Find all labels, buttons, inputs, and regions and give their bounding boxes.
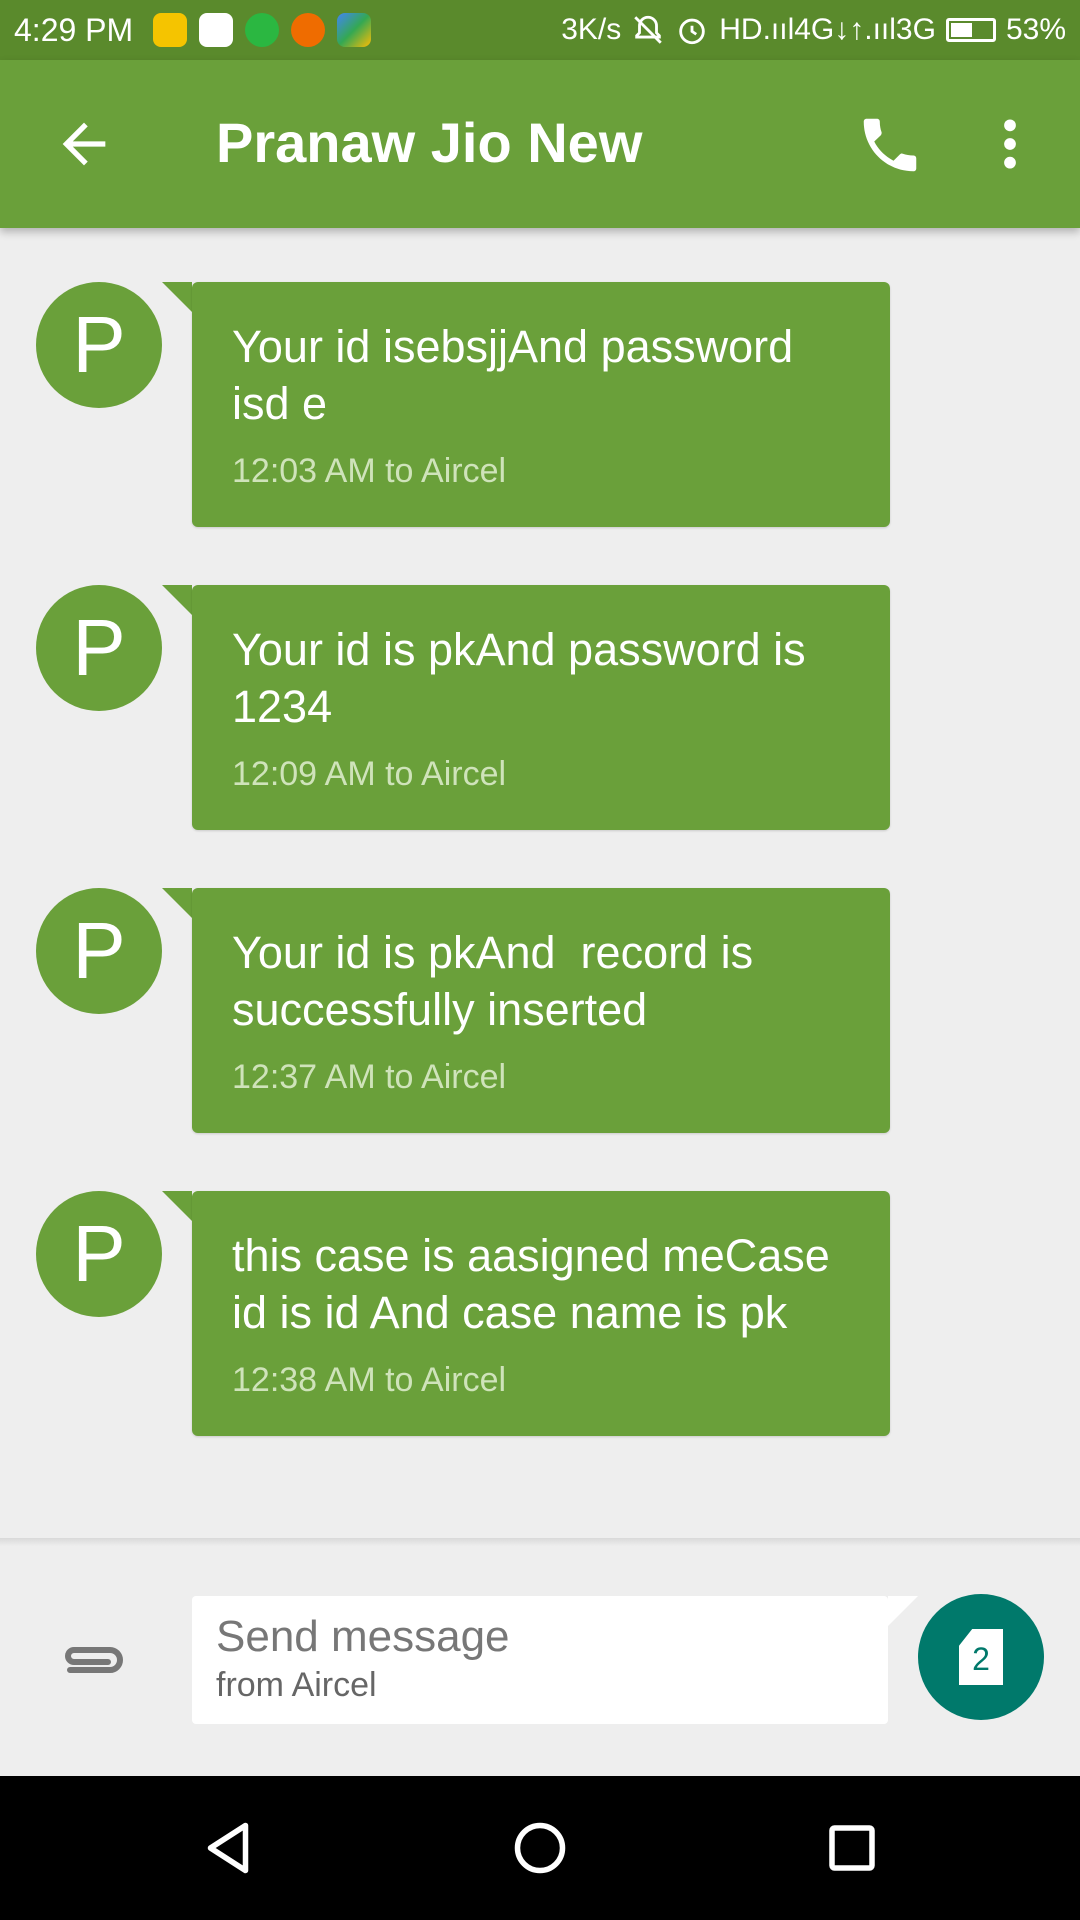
message-text: this case is aasigned meCase id is id An… [232, 1230, 843, 1338]
compose-tail [888, 1596, 918, 1626]
maps-icon [337, 13, 372, 47]
status-bar: 4:29 PM 3K/s HD.ııl4G↓↑.ııl3G 53% [0, 0, 1080, 60]
message-bubble[interactable]: Your id isebsjjAnd password isd e 12:03 … [192, 282, 890, 527]
message-input[interactable]: Send message from Aircel [192, 1596, 888, 1724]
back-arrow-icon [62, 122, 106, 166]
message-bubble[interactable]: Your id is pkAnd password is 1234 12:09 … [192, 585, 890, 830]
flipkart-icon [153, 13, 188, 47]
status-time: 4:29 PM [14, 11, 134, 48]
recents-square-icon [829, 1825, 875, 1871]
message-text: Your id is pkAnd record is successfully … [232, 927, 766, 1035]
whatsapp-icon [245, 13, 280, 47]
nav-back-button[interactable] [198, 1818, 258, 1878]
notification-icons [153, 13, 372, 47]
battery-percent: 53% [1005, 13, 1066, 46]
message-item[interactable]: P Your id isebsjjAnd password isd e 12:0… [0, 230, 1080, 527]
battery-fill [950, 23, 972, 37]
bubble-tail [162, 888, 192, 918]
send-button[interactable]: 2 [918, 1594, 1044, 1720]
message-item[interactable]: P Your id is pkAnd password is 1234 12:0… [0, 533, 1080, 830]
contact-avatar[interactable]: P [36, 1191, 162, 1317]
sim-label: from Aircel [216, 1666, 377, 1704]
message-bubble[interactable]: this case is aasigned meCase id is id An… [192, 1191, 890, 1436]
gmail-icon [199, 13, 234, 47]
home-circle-icon [514, 1822, 566, 1874]
message-bubble[interactable]: Your id is pkAnd record is successfully … [192, 888, 890, 1133]
conversation-title: Pranaw Jio New [216, 111, 643, 174]
back-triangle-icon [207, 1822, 249, 1874]
status-right: 3K/s HD.ııl4G↓↑.ııl3G 53% [561, 13, 1066, 47]
attach-button[interactable] [58, 1632, 132, 1692]
phone-icon [863, 118, 917, 172]
message-item[interactable]: P this case is aasigned meCase id is id … [0, 1139, 1080, 1469]
more-vert-icon [1004, 119, 1016, 169]
contact-avatar[interactable]: P [36, 282, 162, 408]
more-options-button[interactable] [990, 112, 1030, 176]
message-item[interactable]: P Your id is pkAnd record is successfull… [0, 836, 1080, 1133]
app-icon [291, 13, 326, 47]
network-labels: HD.ııl4G↓↑.ııl3G [719, 13, 936, 46]
back-button[interactable] [52, 112, 116, 176]
network-speed: 3K/s [561, 13, 622, 46]
message-text: Your id is pkAnd password is 1234 [232, 624, 819, 732]
compose-divider [0, 1538, 1080, 1546]
message-input-placeholder: Send message [216, 1612, 510, 1661]
message-timestamp: 12:03 AM to Aircel [232, 452, 507, 490]
message-text: Your id isebsjjAnd password isd e [232, 321, 806, 429]
battery-icon [945, 18, 996, 42]
navigation-bar [0, 1776, 1080, 1920]
contact-avatar[interactable]: P [36, 585, 162, 711]
nav-home-button[interactable] [510, 1818, 570, 1878]
contact-avatar[interactable]: P [36, 888, 162, 1014]
mute-icon [634, 15, 662, 44]
nav-recents-button[interactable] [822, 1818, 882, 1878]
message-list[interactable]: P Your id isebsjjAnd password isd e 12:0… [0, 230, 1080, 1540]
bubble-tail [162, 585, 192, 615]
sim-card-icon: 2 [959, 1629, 1003, 1685]
attach-icon [65, 1647, 123, 1673]
bubble-tail [162, 1191, 192, 1221]
compose-area: Send message from Aircel 2 [0, 1546, 1080, 1776]
bubble-tail [162, 282, 192, 312]
call-button[interactable] [855, 110, 925, 180]
message-timestamp: 12:38 AM to Aircel [232, 1361, 507, 1399]
alarm-icon [679, 18, 705, 45]
message-timestamp: 12:09 AM to Aircel [232, 755, 507, 793]
message-timestamp: 12:37 AM to Aircel [232, 1058, 507, 1096]
app-bar: Pranaw Jio New [0, 60, 1080, 228]
sim-number: 2 [972, 1640, 990, 1677]
